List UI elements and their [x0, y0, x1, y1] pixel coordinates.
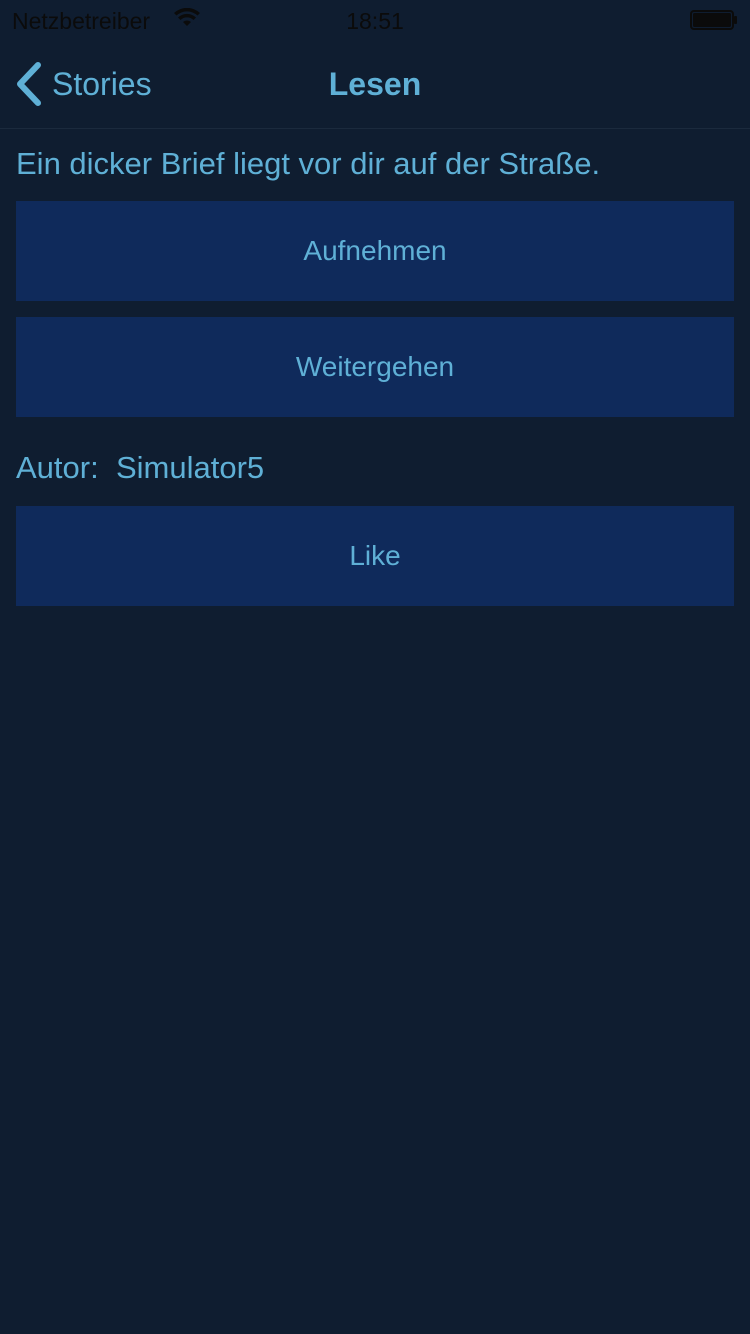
pick-up-button[interactable]: Aufnehmen	[16, 201, 734, 301]
story-text: Ein dicker Brief liegt vor dir auf der S…	[16, 146, 601, 181]
author-label: Autor:	[16, 450, 99, 485]
battery-icon	[690, 10, 737, 30]
navigation-bar: Stories Lesen	[0, 40, 750, 129]
author-name: Simulator5	[115, 450, 265, 485]
clock-label: 18:51	[346, 8, 404, 34]
like-button[interactable]: Like	[16, 506, 734, 606]
status-bar: Netzbetreiber 18:51	[0, 0, 750, 40]
author-line: Autor: Simulator5	[16, 450, 264, 486]
page-title: Lesen	[328, 66, 422, 102]
walk-on-button[interactable]: Weitergehen	[16, 317, 734, 417]
